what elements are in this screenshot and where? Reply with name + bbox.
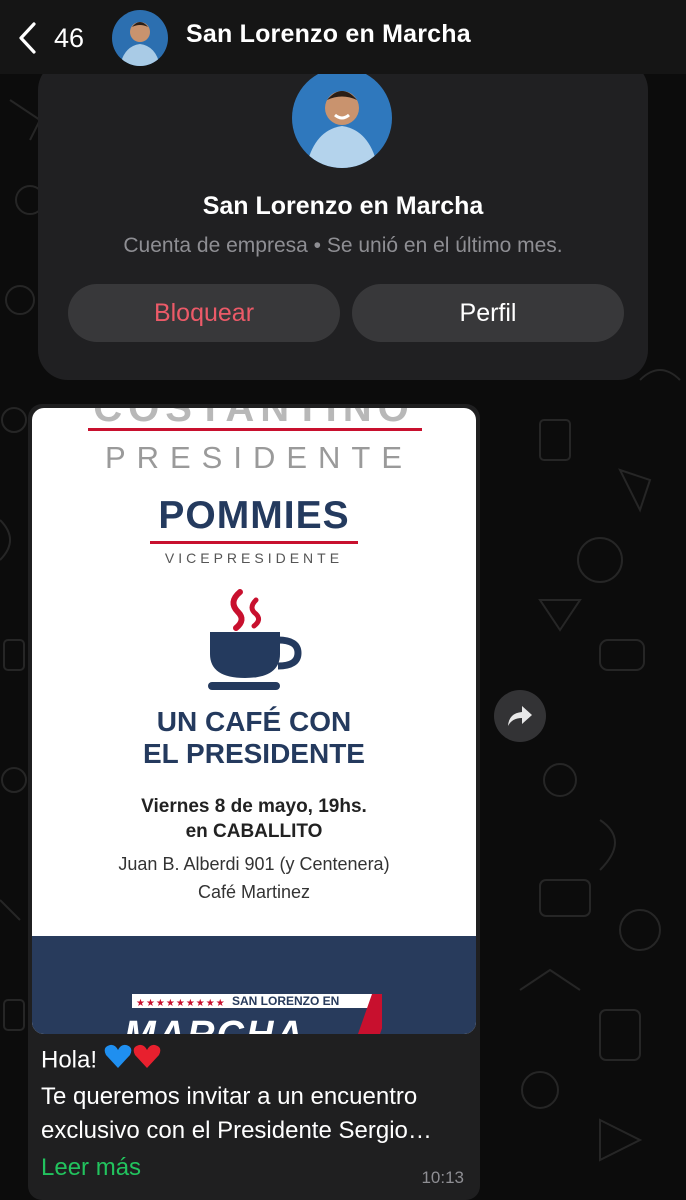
flyer-logo-label: SAN LORENZO EN: [232, 994, 340, 1008]
flyer-event-address: Juan B. Alberdi 901 (y Centenera) Café M…: [32, 850, 476, 906]
flyer-logo: ★★★★★★★★★ SAN LORENZO EN MARCHA: [124, 994, 382, 1034]
forward-arrow-icon: [508, 706, 532, 726]
flyer-date-line: en CABALLITO: [185, 821, 323, 842]
unread-count: 46: [54, 22, 85, 53]
star-row: ★★★★★★★★★: [136, 998, 226, 1009]
business-info-card: San Lorenzo en Marcha Cuenta de empresa …: [38, 60, 648, 380]
flyer-image[interactable]: COSTANTINO PRESIDENTE POMMIES VICEPRESID…: [32, 408, 476, 1034]
flyer-president-title: PRESIDENTE: [104, 440, 414, 475]
message-text: Hola! Te queremos invitar a un encuentro…: [41, 1042, 471, 1148]
block-button[interactable]: Bloquear: [68, 284, 340, 342]
chat-header: 46 San Lorenzo en Marcha: [0, 0, 686, 74]
flyer-logo-text: MARCHA: [124, 1014, 305, 1034]
message-greeting: Hola!: [41, 1046, 98, 1074]
flyer-title-line: UN CAFÉ CON: [156, 706, 352, 737]
coffee-cup-icon: [208, 589, 302, 690]
divider-line: [150, 541, 358, 544]
business-name: San Lorenzo en Marcha: [202, 192, 484, 220]
avatar[interactable]: [112, 10, 168, 66]
message-timestamp: 10:13: [421, 1168, 464, 1187]
back-button[interactable]: 46: [16, 18, 96, 58]
profile-button[interactable]: Perfil: [352, 284, 624, 342]
flyer-address-line: Juan B. Alberdi 901 (y Centenera): [118, 854, 390, 874]
flyer-vice-name: POMMIES: [158, 494, 350, 537]
divider-line: [88, 428, 422, 431]
forward-button[interactable]: [494, 690, 546, 742]
chevron-left-icon: [19, 22, 36, 54]
flyer-address-line: Café Martinez: [197, 882, 311, 902]
flyer-event-title: UN CAFÉ CON EL PRESIDENTE: [32, 706, 476, 770]
profile-photo: [292, 68, 392, 168]
flyer-title-line: EL PRESIDENTE: [143, 738, 365, 769]
flyer-event-date: Viernes 8 de mayo, 19hs. en CABALLITO: [32, 794, 476, 844]
read-more-link[interactable]: Leer más: [41, 1154, 141, 1182]
business-subtitle: Cuenta de empresa • Se unió en el último…: [123, 234, 563, 257]
message-body: Te queremos invitar a un encuentro exclu…: [41, 1083, 432, 1144]
chat-title[interactable]: San Lorenzo en Marcha: [186, 20, 471, 49]
flyer-date-line: Viernes 8 de mayo, 19hs.: [141, 796, 367, 817]
hearts-emoji-icon: [104, 1042, 162, 1080]
message-bubble[interactable]: COSTANTINO PRESIDENTE POMMIES VICEPRESID…: [28, 404, 480, 1200]
flyer-footer: ★★★★★★★★★ SAN LORENZO EN MARCHA: [32, 936, 476, 1034]
flyer-vice-title: VICEPRESIDENTE: [164, 550, 344, 566]
